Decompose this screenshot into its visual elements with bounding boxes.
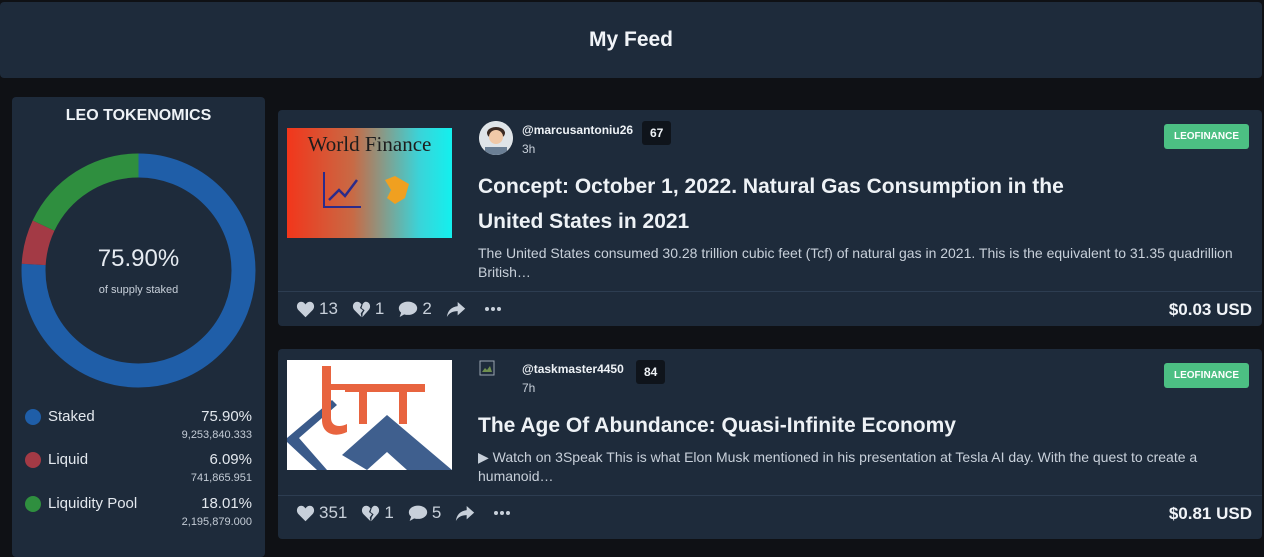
more-options-button[interactable] [484, 306, 506, 312]
tm-logo-image [287, 366, 452, 470]
legend-percent: 6.09% [209, 451, 252, 468]
post-title[interactable]: Concept: October 1, 2022. Natural Gas Co… [478, 169, 1118, 239]
legend-item-staked[interactable]: Staked 75.90% 9,253,840.333 [12, 406, 265, 446]
avatar-face-icon [479, 121, 513, 155]
staked-percent-label: of supply staked [98, 284, 179, 296]
author-avatar[interactable] [479, 360, 495, 376]
legend-amount: 9,253,840.333 [181, 429, 252, 441]
post-time: 3h [522, 142, 536, 156]
ellipsis-icon [484, 307, 501, 311]
legend-percent: 18.01% [201, 495, 252, 512]
legend-item-liquid[interactable]: Liquid 6.09% 741,865.951 [12, 449, 265, 489]
comments-button[interactable]: 2 [398, 299, 432, 319]
legend-item-liquidity-pool[interactable]: Liquidity Pool 18.01% 2,195,879.000 [12, 493, 265, 533]
post-excerpt[interactable]: ▶ Watch on 3Speak This is what Elon Musk… [478, 448, 1248, 486]
more-options-button[interactable] [493, 510, 515, 516]
staked-color-dot [25, 409, 41, 425]
post-thumbnail[interactable] [287, 360, 452, 470]
downvote-count: 1 [384, 503, 394, 522]
downvote-count: 1 [374, 299, 385, 318]
chart-growth-icon [323, 172, 409, 208]
tokenomics-title: LEO TOKENOMICS [65, 107, 212, 124]
legend-label: Staked [48, 408, 95, 425]
broken-heart-icon [352, 301, 371, 317]
post-actions: 351 1 5 [296, 501, 529, 525]
post-excerpt[interactable]: The United States consumed 30.28 trillio… [478, 244, 1248, 282]
post-payout[interactable]: $0.03 USD [1169, 300, 1252, 320]
feed-header: My Feed [0, 2, 1262, 78]
comments-button[interactable]: 5 [408, 503, 441, 523]
upvote-button[interactable]: 13 [296, 299, 338, 319]
post-divider [278, 495, 1262, 496]
upvote-button[interactable]: 351 [296, 503, 347, 523]
post-thumbnail[interactable]: World Finance [287, 128, 452, 238]
leo-tokenomics-panel: LEO TOKENOMICS 75.90% of supply staked S… [12, 97, 265, 557]
post-actions: 13 1 2 [296, 297, 520, 321]
downvote-button[interactable]: 1 [352, 299, 384, 319]
heart-icon [296, 505, 315, 521]
post-time: 7h [522, 381, 536, 395]
staked-percent-value: 75.90% [97, 245, 180, 272]
share-icon [446, 301, 466, 317]
heart-icon [296, 301, 315, 317]
legend-label: Liquid [48, 451, 89, 468]
comment-count: 5 [431, 503, 442, 522]
post-title[interactable]: The Age Of Abundance: Quasi-Infinite Eco… [478, 408, 1118, 443]
liquid-color-dot [25, 452, 41, 468]
share-icon [456, 505, 475, 521]
comment-icon [408, 505, 428, 521]
community-tag[interactable]: LEOFINANCE [1164, 124, 1249, 149]
downvote-button[interactable]: 1 [361, 503, 394, 523]
comment-icon [399, 301, 418, 317]
liquidity-pool-color-dot [25, 496, 41, 512]
share-button[interactable] [446, 301, 470, 318]
page-title: My Feed [588, 28, 674, 51]
reputation-badge: 84 [636, 360, 666, 384]
broken-heart-icon [362, 505, 380, 521]
share-button[interactable] [455, 505, 479, 522]
upvote-count: 13 [319, 299, 338, 318]
post-payout[interactable]: $0.81 USD [1169, 504, 1252, 524]
broken-image-icon [479, 360, 495, 376]
thumbnail-caption: World Finance [307, 132, 432, 156]
reputation-badge: 67 [642, 121, 672, 145]
legend-amount: 741,865.951 [190, 472, 252, 484]
feed-post-card[interactable]: @taskmaster4450 84 7h LEOFINANCE The Age… [278, 349, 1262, 539]
author-name[interactable]: @marcusantoniu26 [522, 123, 633, 137]
upvote-count: 351 [319, 503, 348, 522]
feed-post-card[interactable]: World Finance @marcusantoniu26 67 3h LEO… [278, 110, 1262, 326]
author-avatar[interactable] [479, 121, 513, 155]
community-tag[interactable]: LEOFINANCE [1164, 363, 1249, 388]
post-divider [278, 291, 1262, 292]
comment-count: 2 [422, 299, 432, 318]
legend-percent: 75.90% [201, 408, 252, 425]
ellipsis-icon [494, 511, 511, 515]
legend-label: Liquidity Pool [48, 495, 138, 512]
author-name[interactable]: @taskmaster4450 [522, 362, 624, 376]
legend-amount: 2,195,879.000 [181, 516, 252, 528]
